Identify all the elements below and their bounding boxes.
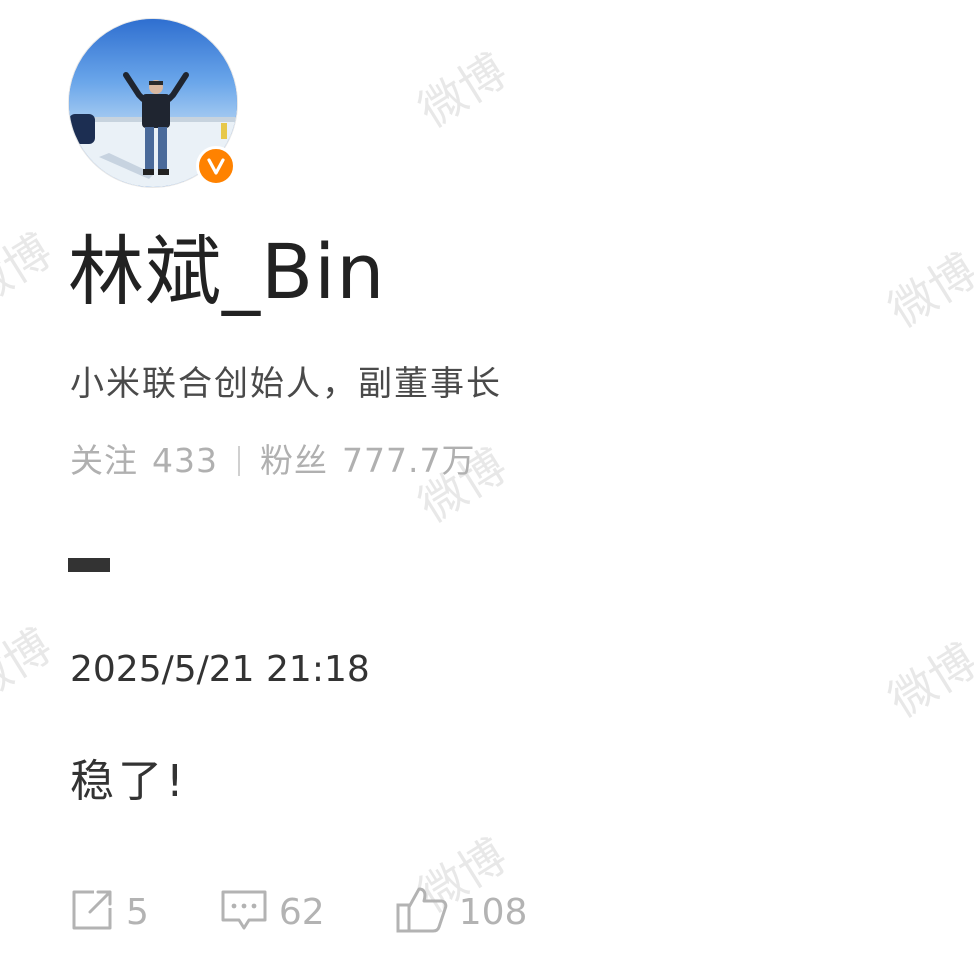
thumbs-up-icon [395, 885, 449, 939]
user-bio: 小米联合创始人，副董事长 [70, 364, 502, 404]
post-action-bar: 5 62 108 [68, 884, 597, 940]
avatar-container[interactable] [68, 18, 238, 188]
repost-button[interactable]: 5 [68, 886, 149, 938]
profile-stats: 关注 433 粉丝 777.7万 [70, 438, 475, 484]
comment-count: 62 [278, 891, 325, 933]
followers-stat[interactable]: 粉丝 777.7万 [260, 438, 475, 484]
comment-button[interactable]: 62 [219, 886, 325, 938]
username[interactable]: 林斌_Bin [68, 222, 385, 322]
watermark: 微博 [409, 43, 516, 138]
watermark: 微博 [879, 243, 974, 338]
stats-divider [238, 446, 240, 476]
following-stat[interactable]: 关注 433 [70, 438, 218, 484]
post-timestamp: 2025/5/21 21:18 [70, 649, 370, 690]
watermark: 微博 [0, 223, 61, 318]
verified-badge-icon [196, 146, 236, 186]
repost-count: 5 [126, 891, 149, 933]
followers-count: 777.7万 [342, 441, 476, 480]
watermark: 微博 [879, 633, 974, 728]
post-text: 稳了! [70, 756, 188, 807]
following-count: 433 [152, 441, 218, 480]
followers-label: 粉丝 [260, 441, 328, 480]
section-dash [68, 558, 110, 572]
following-label: 关注 [70, 441, 138, 480]
like-button[interactable]: 108 [395, 885, 528, 939]
like-count: 108 [458, 891, 528, 933]
repost-icon [68, 886, 116, 938]
watermark: 微博 [0, 618, 61, 713]
comment-icon [219, 886, 269, 938]
